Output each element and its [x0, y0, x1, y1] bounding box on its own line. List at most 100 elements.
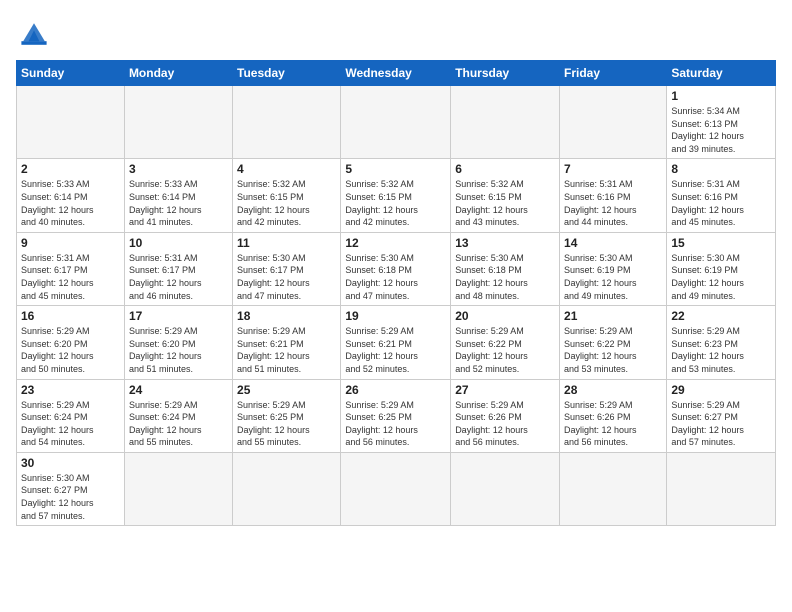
header-wednesday: Wednesday [341, 61, 451, 86]
calendar-cell: 6 Sunrise: 5:32 AMSunset: 6:15 PMDaylight… [451, 159, 560, 232]
day-info: Sunrise: 5:29 AMSunset: 6:22 PMDaylight:… [564, 325, 662, 375]
day-info: Sunrise: 5:29 AMSunset: 6:20 PMDaylight:… [21, 325, 120, 375]
calendar-cell: 8 Sunrise: 5:31 AMSunset: 6:16 PMDaylight… [667, 159, 776, 232]
header-monday: Monday [124, 61, 232, 86]
day-info: Sunrise: 5:33 AMSunset: 6:14 PMDaylight:… [21, 178, 120, 228]
calendar-cell: 18 Sunrise: 5:29 AMSunset: 6:21 PMDayligh… [233, 306, 341, 379]
logo [16, 16, 58, 52]
day-info: Sunrise: 5:29 AMSunset: 6:22 PMDaylight:… [455, 325, 555, 375]
day-info: Sunrise: 5:33 AMSunset: 6:14 PMDaylight:… [129, 178, 228, 228]
calendar-cell: 15 Sunrise: 5:30 AMSunset: 6:19 PMDayligh… [667, 232, 776, 305]
calendar-cell: 14 Sunrise: 5:30 AMSunset: 6:19 PMDayligh… [560, 232, 667, 305]
calendar-row: 9 Sunrise: 5:31 AMSunset: 6:17 PMDaylight… [17, 232, 776, 305]
day-info: Sunrise: 5:29 AMSunset: 6:24 PMDaylight:… [21, 399, 120, 449]
day-number: 25 [237, 383, 336, 397]
calendar-cell [341, 86, 451, 159]
day-number: 15 [671, 236, 771, 250]
day-number: 21 [564, 309, 662, 323]
page: Sunday Monday Tuesday Wednesday Thursday… [0, 0, 792, 612]
calendar-cell: 11Sunrise: 5:30 AMSunset: 6:17 PMDayligh… [233, 232, 341, 305]
day-number: 4 [237, 162, 336, 176]
header-tuesday: Tuesday [233, 61, 341, 86]
day-number: 18 [237, 309, 336, 323]
header-saturday: Saturday [667, 61, 776, 86]
day-number: 1 [671, 89, 771, 103]
day-info: Sunrise: 5:29 AMSunset: 6:26 PMDaylight:… [455, 399, 555, 449]
calendar-cell: 23Sunrise: 5:29 AMSunset: 6:24 PMDayligh… [17, 379, 125, 452]
calendar-cell: 7 Sunrise: 5:31 AMSunset: 6:16 PMDaylight… [560, 159, 667, 232]
day-number: 14 [564, 236, 662, 250]
calendar-cell [560, 452, 667, 525]
day-number: 10 [129, 236, 228, 250]
day-info: Sunrise: 5:30 AMSunset: 6:18 PMDaylight:… [455, 252, 555, 302]
calendar-cell [341, 452, 451, 525]
day-info: Sunrise: 5:32 AMSunset: 6:15 PMDaylight:… [237, 178, 336, 228]
calendar-cell: 2 Sunrise: 5:33 AMSunset: 6:14 PMDaylight… [17, 159, 125, 232]
day-number: 5 [345, 162, 446, 176]
calendar-cell [124, 452, 232, 525]
day-info: Sunrise: 5:32 AMSunset: 6:15 PMDaylight:… [345, 178, 446, 228]
calendar-row: 30 Sunrise: 5:30 AMSunset: 6:27 PMDayligh… [17, 452, 776, 525]
day-number: 12 [345, 236, 446, 250]
day-info: Sunrise: 5:30 AMSunset: 6:19 PMDaylight:… [564, 252, 662, 302]
day-info: Sunrise: 5:29 AMSunset: 6:23 PMDaylight:… [671, 325, 771, 375]
calendar-cell: 17Sunrise: 5:29 AMSunset: 6:20 PMDayligh… [124, 306, 232, 379]
calendar-cell [233, 452, 341, 525]
day-number: 8 [671, 162, 771, 176]
day-number: 6 [455, 162, 555, 176]
day-number: 13 [455, 236, 555, 250]
day-number: 16 [21, 309, 120, 323]
calendar-cell [560, 86, 667, 159]
calendar-cell: 5 Sunrise: 5:32 AMSunset: 6:15 PMDaylight… [341, 159, 451, 232]
day-info: Sunrise: 5:29 AMSunset: 6:25 PMDaylight:… [345, 399, 446, 449]
day-number: 19 [345, 309, 446, 323]
calendar-cell: 25 Sunrise: 5:29 AMSunset: 6:25 PMDayligh… [233, 379, 341, 452]
calendar-cell: 30 Sunrise: 5:30 AMSunset: 6:27 PMDayligh… [17, 452, 125, 525]
calendar-cell: 20Sunrise: 5:29 AMSunset: 6:22 PMDayligh… [451, 306, 560, 379]
calendar-cell: 1 Sunrise: 5:34 AMSunset: 6:13 PMDaylight… [667, 86, 776, 159]
logo-icon [16, 16, 52, 52]
calendar-cell: 27 Sunrise: 5:29 AMSunset: 6:26 PMDayligh… [451, 379, 560, 452]
calendar-cell [451, 86, 560, 159]
day-number: 27 [455, 383, 555, 397]
day-info: Sunrise: 5:29 AMSunset: 6:24 PMDaylight:… [129, 399, 228, 449]
calendar-row: 1 Sunrise: 5:34 AMSunset: 6:13 PMDaylight… [17, 86, 776, 159]
day-info: Sunrise: 5:29 AMSunset: 6:21 PMDaylight:… [237, 325, 336, 375]
day-info: Sunrise: 5:30 AMSunset: 6:19 PMDaylight:… [671, 252, 771, 302]
day-info: Sunrise: 5:30 AMSunset: 6:18 PMDaylight:… [345, 252, 446, 302]
calendar-cell: 10Sunrise: 5:31 AMSunset: 6:17 PMDayligh… [124, 232, 232, 305]
calendar-cell [124, 86, 232, 159]
header-thursday: Thursday [451, 61, 560, 86]
day-info: Sunrise: 5:30 AMSunset: 6:27 PMDaylight:… [21, 472, 120, 522]
calendar-cell [233, 86, 341, 159]
day-info: Sunrise: 5:34 AMSunset: 6:13 PMDaylight:… [671, 105, 771, 155]
day-info: Sunrise: 5:29 AMSunset: 6:20 PMDaylight:… [129, 325, 228, 375]
calendar-cell: 26 Sunrise: 5:29 AMSunset: 6:25 PMDayligh… [341, 379, 451, 452]
calendar-cell: 19Sunrise: 5:29 AMSunset: 6:21 PMDayligh… [341, 306, 451, 379]
day-info: Sunrise: 5:29 AMSunset: 6:27 PMDaylight:… [671, 399, 771, 449]
calendar-row: 16 Sunrise: 5:29 AMSunset: 6:20 PMDayligh… [17, 306, 776, 379]
day-number: 2 [21, 162, 120, 176]
day-number: 26 [345, 383, 446, 397]
day-info: Sunrise: 5:30 AMSunset: 6:17 PMDaylight:… [237, 252, 336, 302]
day-info: Sunrise: 5:31 AMSunset: 6:16 PMDaylight:… [671, 178, 771, 228]
calendar-cell: 16 Sunrise: 5:29 AMSunset: 6:20 PMDayligh… [17, 306, 125, 379]
day-number: 30 [21, 456, 120, 470]
calendar-cell: 22Sunrise: 5:29 AMSunset: 6:23 PMDayligh… [667, 306, 776, 379]
day-info: Sunrise: 5:29 AMSunset: 6:25 PMDaylight:… [237, 399, 336, 449]
day-info: Sunrise: 5:31 AMSunset: 6:17 PMDaylight:… [21, 252, 120, 302]
header [16, 16, 776, 52]
calendar-cell: 4 Sunrise: 5:32 AMSunset: 6:15 PMDaylight… [233, 159, 341, 232]
calendar-row: 2 Sunrise: 5:33 AMSunset: 6:14 PMDaylight… [17, 159, 776, 232]
calendar-cell: 29Sunrise: 5:29 AMSunset: 6:27 PMDayligh… [667, 379, 776, 452]
calendar-cell [451, 452, 560, 525]
calendar-cell [667, 452, 776, 525]
calendar-row: 23Sunrise: 5:29 AMSunset: 6:24 PMDayligh… [17, 379, 776, 452]
day-info: Sunrise: 5:31 AMSunset: 6:16 PMDaylight:… [564, 178, 662, 228]
day-info: Sunrise: 5:32 AMSunset: 6:15 PMDaylight:… [455, 178, 555, 228]
calendar-cell: 3Sunrise: 5:33 AMSunset: 6:14 PMDaylight… [124, 159, 232, 232]
calendar-cell: 21 Sunrise: 5:29 AMSunset: 6:22 PMDayligh… [560, 306, 667, 379]
calendar-cell: 9 Sunrise: 5:31 AMSunset: 6:17 PMDaylight… [17, 232, 125, 305]
day-number: 7 [564, 162, 662, 176]
day-number: 9 [21, 236, 120, 250]
